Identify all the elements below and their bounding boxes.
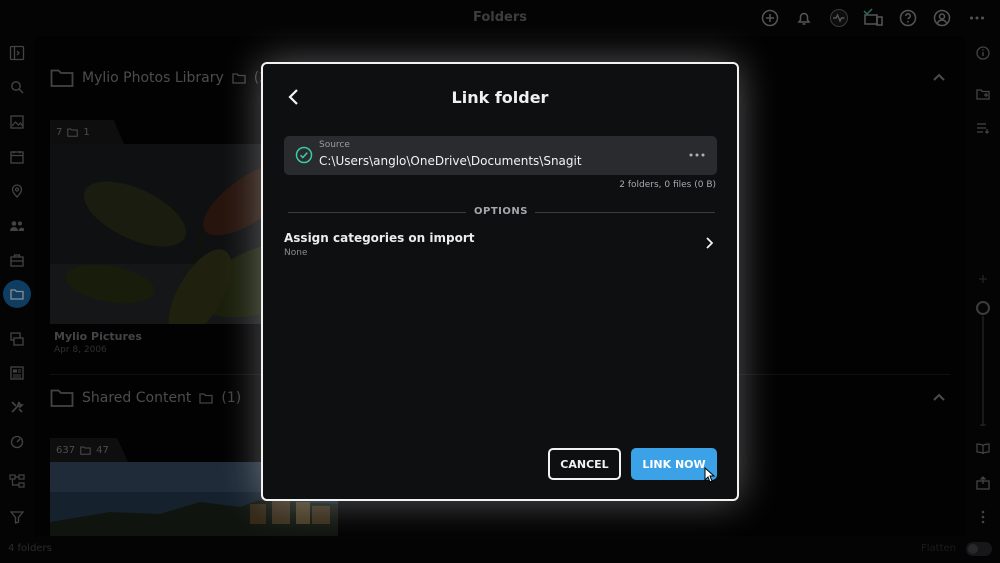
- assign-categories-title: Assign categories on import: [284, 231, 475, 245]
- check-circle-icon: [295, 146, 313, 164]
- assign-categories-row[interactable]: Assign categories on import None: [284, 229, 717, 261]
- divider: [288, 212, 466, 213]
- mouse-cursor-icon: [704, 467, 716, 483]
- dialog-title: Link folder: [451, 88, 549, 107]
- source-path: C:\Users\anglo\OneDrive\Documents\Snagit: [319, 154, 582, 168]
- assign-categories-value: None: [284, 248, 308, 258]
- more-horizontal-icon: [689, 153, 705, 157]
- options-heading: OPTIONS: [474, 206, 528, 217]
- source-more-button[interactable]: [687, 147, 707, 163]
- divider: [535, 212, 715, 213]
- source-label: Source: [319, 140, 350, 150]
- cancel-button[interactable]: CANCEL: [548, 448, 621, 480]
- chevron-right-icon: [705, 237, 713, 249]
- link-folder-dialog: Link folder Source C:\Users\anglo\OneDri…: [261, 62, 739, 501]
- source-field[interactable]: Source C:\Users\anglo\OneDrive\Documents…: [284, 136, 717, 175]
- file-count: 2 folders, 0 files (0 B): [619, 180, 716, 190]
